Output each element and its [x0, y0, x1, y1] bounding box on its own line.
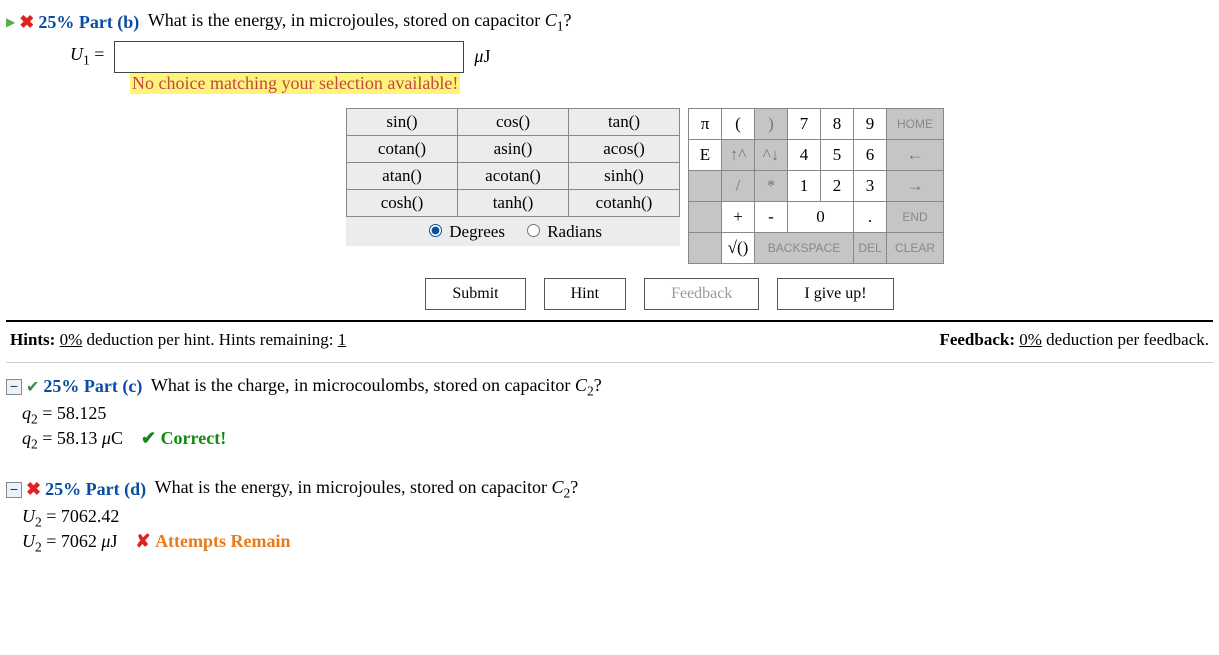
- num-keypad: π ( ) 7 8 9 HOME E ↑^ ^↓ 4 5 6 ← / * 1 2…: [688, 108, 944, 264]
- correct-label: Correct!: [161, 428, 227, 448]
- key-blank1: [689, 170, 722, 201]
- attempts-label: Attempts Remain: [155, 531, 290, 551]
- key-5[interactable]: 5: [821, 139, 854, 170]
- key-3[interactable]: 3: [854, 170, 887, 201]
- key-blank2: [689, 201, 722, 232]
- key-up[interactable]: ↑^: [722, 139, 755, 170]
- part-b-percent: 25%: [38, 12, 74, 32]
- feedback-button[interactable]: Feedback: [644, 278, 759, 310]
- x-icon: ✖: [19, 12, 34, 33]
- func-keypad: sin() cos() tan() cotan() asin() acos() …: [346, 108, 680, 264]
- key-cotanh[interactable]: cotanh(): [569, 189, 680, 216]
- collapse-icon[interactable]: −: [6, 379, 22, 395]
- divider: [6, 320, 1213, 322]
- part-b-question: What is the energy, in microjoules, stor…: [143, 10, 571, 35]
- part-d-line2: U2 = 7062 μJ ✘ Attempts Remain: [22, 531, 1213, 556]
- x-icon: ✘: [135, 531, 150, 551]
- degrees-radio[interactable]: Degrees: [424, 222, 505, 241]
- key-6[interactable]: 6: [854, 139, 887, 170]
- part-c-question: What is the charge, in microcoulombs, st…: [146, 375, 601, 400]
- key-blank3: [689, 232, 722, 263]
- keypad: sin() cos() tan() cotan() asin() acos() …: [346, 108, 1213, 264]
- key-dot[interactable]: .: [854, 201, 887, 232]
- feedback-info: Feedback: 0% deduction per feedback.: [939, 330, 1209, 350]
- hints-info: Hints: 0% deduction per hint. Hints rema…: [10, 330, 346, 350]
- action-buttons: Submit Hint Feedback I give up!: [106, 278, 1213, 310]
- key-9[interactable]: 9: [854, 108, 887, 139]
- key-rparen[interactable]: ): [755, 108, 788, 139]
- key-cotan[interactable]: cotan(): [347, 135, 458, 162]
- key-sqrt[interactable]: √(): [722, 232, 755, 263]
- key-2[interactable]: 2: [821, 170, 854, 201]
- key-minus[interactable]: -: [755, 201, 788, 232]
- key-backspace[interactable]: BACKSPACE: [755, 232, 854, 263]
- giveup-button[interactable]: I give up!: [777, 278, 893, 310]
- answer-row: U1 = μJ: [70, 41, 1213, 73]
- key-clear[interactable]: CLEAR: [887, 232, 944, 263]
- part-c-label: 25% Part (c): [43, 376, 142, 397]
- key-cosh[interactable]: cosh(): [347, 189, 458, 216]
- key-acotan[interactable]: acotan(): [458, 162, 569, 189]
- key-acos[interactable]: acos(): [569, 135, 680, 162]
- key-4[interactable]: 4: [788, 139, 821, 170]
- key-down[interactable]: ^↓: [755, 139, 788, 170]
- part-b-label: 25% Part (b): [38, 12, 139, 33]
- key-mul[interactable]: *: [755, 170, 788, 201]
- key-sinh[interactable]: sinh(): [569, 162, 680, 189]
- hints-feedback-row: Hints: 0% deduction per hint. Hints rema…: [6, 328, 1213, 358]
- part-c-header: − ✔ 25% Part (c) What is the charge, in …: [6, 375, 1213, 400]
- angle-mode: Degrees Radians: [347, 216, 680, 246]
- x-icon: ✖: [26, 479, 41, 500]
- part-b-header: ▶ ✖ 25% Part (b) What is the energy, in …: [6, 10, 1213, 35]
- hint-button[interactable]: Hint: [544, 278, 626, 310]
- key-7[interactable]: 7: [788, 108, 821, 139]
- key-del[interactable]: DEL: [854, 232, 887, 263]
- part-c-line2: q2 = 58.13 μC ✔ Correct!: [22, 428, 1213, 453]
- key-asin[interactable]: asin(): [458, 135, 569, 162]
- part-d-label: 25% Part (d): [45, 479, 146, 500]
- answer-unit: μJ: [474, 46, 490, 67]
- key-left[interactable]: ←: [887, 139, 944, 170]
- collapse-icon[interactable]: −: [6, 482, 22, 498]
- key-0[interactable]: 0: [788, 201, 854, 232]
- key-home[interactable]: HOME: [887, 108, 944, 139]
- part-d-question: What is the energy, in microjoules, stor…: [150, 477, 578, 502]
- warning-banner: No choice matching your selection availa…: [130, 73, 460, 94]
- answer-input[interactable]: [114, 41, 464, 73]
- expand-icon[interactable]: ▶: [6, 15, 15, 30]
- part-d-line1: U2 = 7062.42: [22, 506, 1213, 531]
- key-lparen[interactable]: (: [722, 108, 755, 139]
- key-e[interactable]: E: [689, 139, 722, 170]
- check-icon: ✔: [26, 377, 39, 397]
- key-right[interactable]: →: [887, 170, 944, 201]
- key-sin[interactable]: sin(): [347, 108, 458, 135]
- part-c-line1: q2 = 58.125: [22, 403, 1213, 428]
- key-cos[interactable]: cos(): [458, 108, 569, 135]
- part-b-name: Part (b): [79, 12, 139, 32]
- radians-radio[interactable]: Radians: [522, 222, 602, 241]
- key-div[interactable]: /: [722, 170, 755, 201]
- part-d-header: − ✖ 25% Part (d) What is the energy, in …: [6, 477, 1213, 502]
- key-atan[interactable]: atan(): [347, 162, 458, 189]
- key-pi[interactable]: π: [689, 108, 722, 139]
- key-tanh[interactable]: tanh(): [458, 189, 569, 216]
- key-plus[interactable]: +: [722, 201, 755, 232]
- answer-var: U1 =: [70, 44, 104, 69]
- key-tan[interactable]: tan(): [569, 108, 680, 135]
- divider-light: [6, 362, 1213, 363]
- key-1[interactable]: 1: [788, 170, 821, 201]
- key-end[interactable]: END: [887, 201, 944, 232]
- key-8[interactable]: 8: [821, 108, 854, 139]
- check-icon: ✔: [141, 428, 156, 448]
- submit-button[interactable]: Submit: [425, 278, 525, 310]
